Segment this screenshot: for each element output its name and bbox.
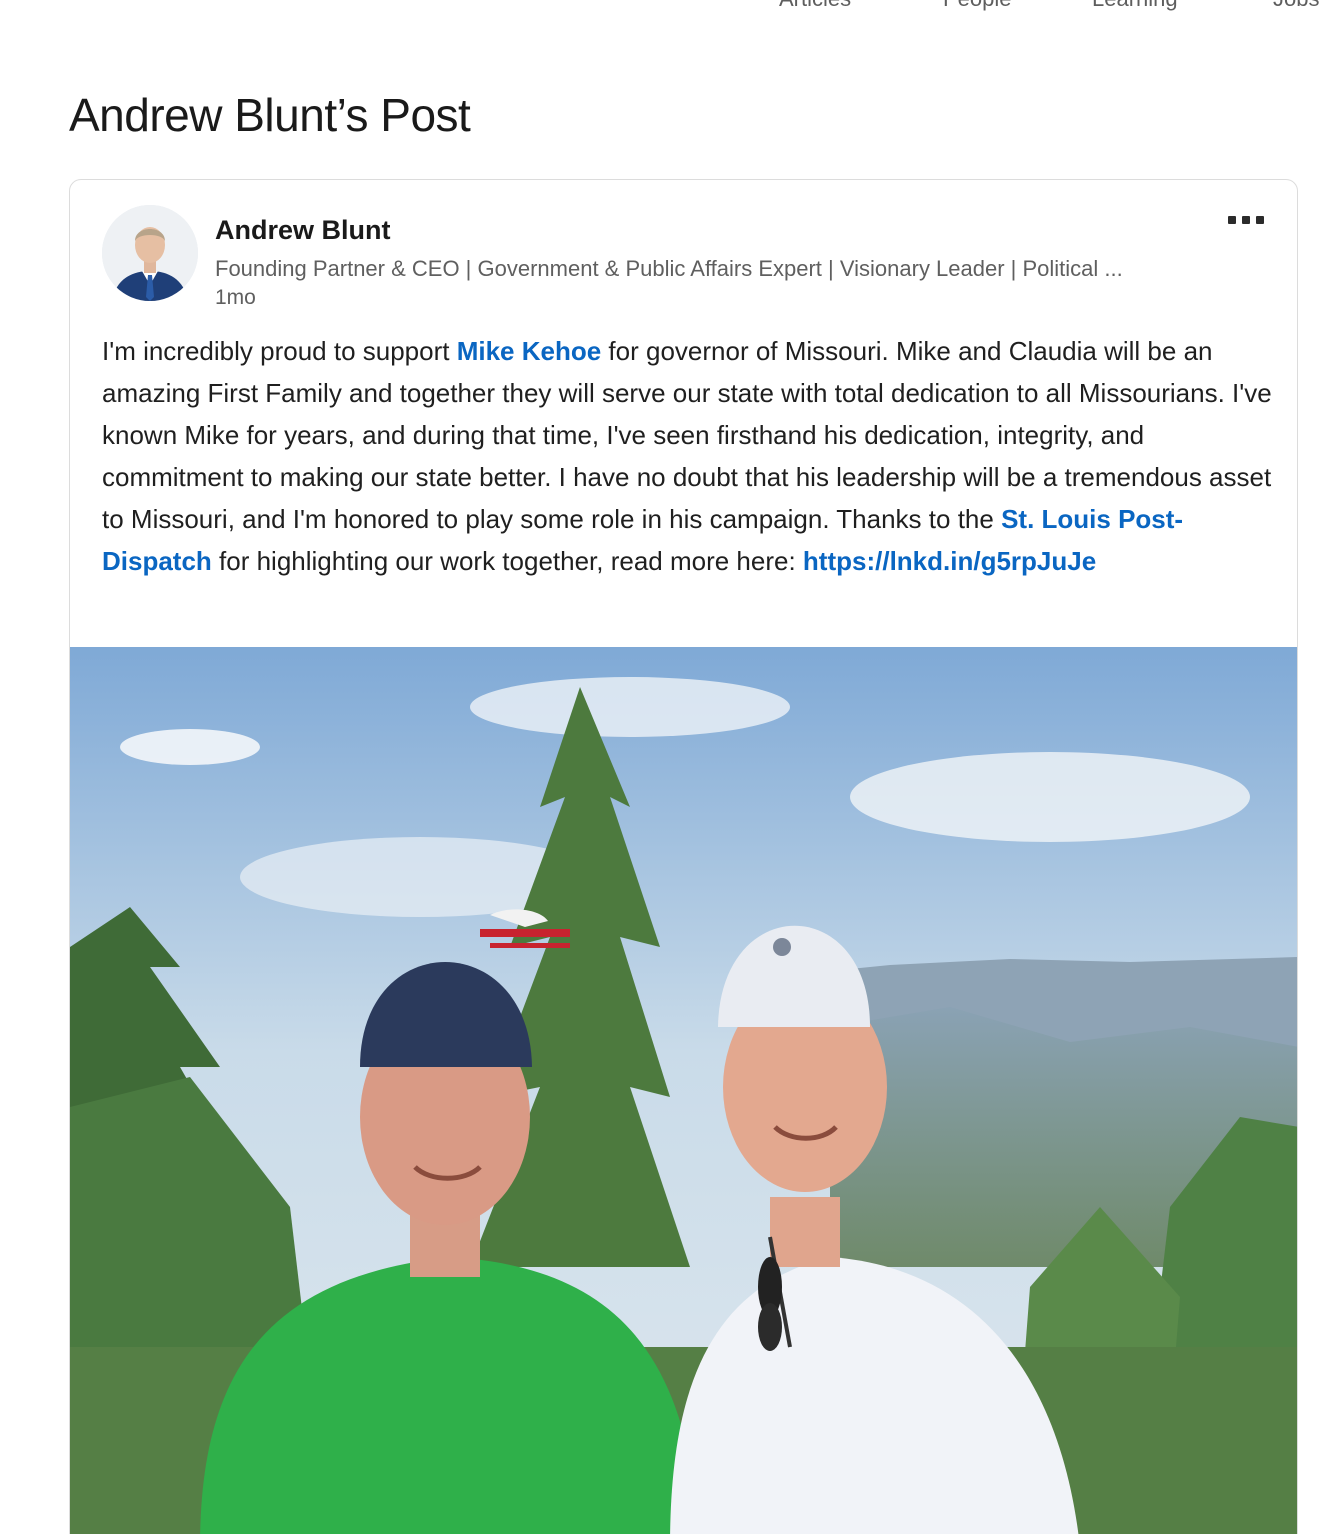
- page: Articles People Learning Jobs Andrew Blu…: [0, 0, 1326, 1534]
- post-timestamp: 1mo: [215, 286, 256, 309]
- page-title: Andrew Blunt’s Post: [69, 89, 471, 141]
- post-text-part: for highlighting our work together, read…: [211, 546, 803, 576]
- post-image[interactable]: [70, 647, 1297, 1534]
- nav-item-people[interactable]: People: [943, 0, 1012, 12]
- photo-two-men-outdoors-icon: [70, 647, 1297, 1534]
- nav-item-articles[interactable]: Articles: [779, 0, 851, 12]
- author-avatar[interactable]: [102, 205, 198, 301]
- nav-item-learning[interactable]: Learning: [1092, 0, 1178, 12]
- author-headline: Founding Partner & CEO | Government & Pu…: [215, 256, 1123, 281]
- post-card: Andrew Blunt Founding Partner & CEO | Go…: [69, 179, 1298, 1534]
- top-navigation: Articles People Learning Jobs: [0, 0, 1326, 12]
- nav-item-jobs[interactable]: Jobs: [1273, 0, 1319, 12]
- profile-photo-icon: [102, 205, 198, 301]
- more-options-button[interactable]: [1220, 206, 1272, 234]
- post-body: I'm incredibly proud to support Mike Keh…: [102, 330, 1277, 582]
- ellipsis-icon: [1228, 216, 1264, 224]
- post-text-part: I'm incredibly proud to support: [102, 336, 457, 366]
- author-name[interactable]: Andrew Blunt: [215, 215, 391, 246]
- mention-mike-kehoe-link[interactable]: Mike Kehoe: [457, 336, 602, 366]
- article-link[interactable]: https://lnkd.in/g5rpJuJe: [803, 546, 1096, 576]
